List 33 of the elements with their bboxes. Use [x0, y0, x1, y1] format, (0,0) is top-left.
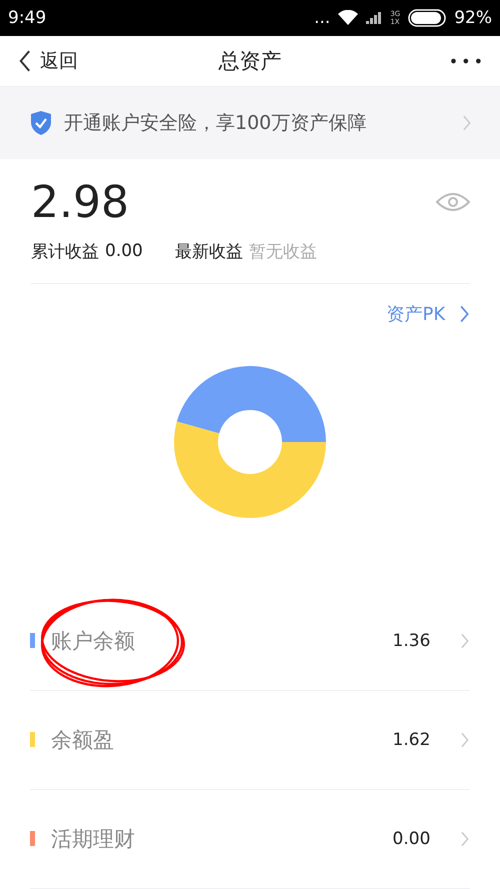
- eye-icon[interactable]: [436, 192, 470, 212]
- page-title: 总资产: [218, 48, 282, 76]
- latest-value: 暂无收益: [248, 240, 317, 263]
- asset-row[interactable]: 余额盈 1.62: [30, 690, 470, 790]
- accumulated-label: 累计收益: [31, 240, 99, 263]
- total-assets: 2.98: [31, 176, 129, 228]
- chevron-right-icon: [462, 115, 472, 132]
- banner-text: 开通账户安全险，享100万资产保障: [64, 111, 368, 136]
- back-button[interactable]: 返回: [18, 48, 78, 74]
- signal-icon: [366, 12, 382, 24]
- asset-name: 余额盈: [51, 726, 115, 754]
- more-button[interactable]: •••: [448, 52, 486, 71]
- asset-name: 活期理财: [51, 826, 136, 853]
- wifi-icon: [338, 10, 358, 26]
- asset-amount: 1.36: [392, 630, 430, 651]
- back-chevron-icon: [18, 49, 32, 74]
- chevron-right-icon: [460, 632, 470, 649]
- asset-name: 账户余额: [51, 628, 136, 655]
- chevron-right-icon: [460, 732, 470, 748]
- status-dots: ...: [314, 8, 330, 28]
- chevron-right-icon: [460, 830, 470, 847]
- asset-row[interactable]: 活期理财 0.00: [30, 790, 470, 889]
- status-time: 9:49: [8, 8, 48, 28]
- battery-icon: [408, 8, 446, 27]
- battery-percent: 92%: [454, 8, 492, 28]
- asset-row[interactable]: 账户余额 1.36: [30, 592, 470, 691]
- insurance-banner[interactable]: 开通账户安全险，享100万资产保障: [0, 87, 500, 159]
- shield-icon: [30, 110, 52, 136]
- asset-amount: 1.62: [392, 730, 430, 750]
- chevron-right-icon: [459, 304, 470, 323]
- accumulated-value: 0.00: [105, 241, 143, 262]
- asset-amount: 0.00: [392, 828, 430, 849]
- latest-label: 最新收益: [174, 240, 243, 263]
